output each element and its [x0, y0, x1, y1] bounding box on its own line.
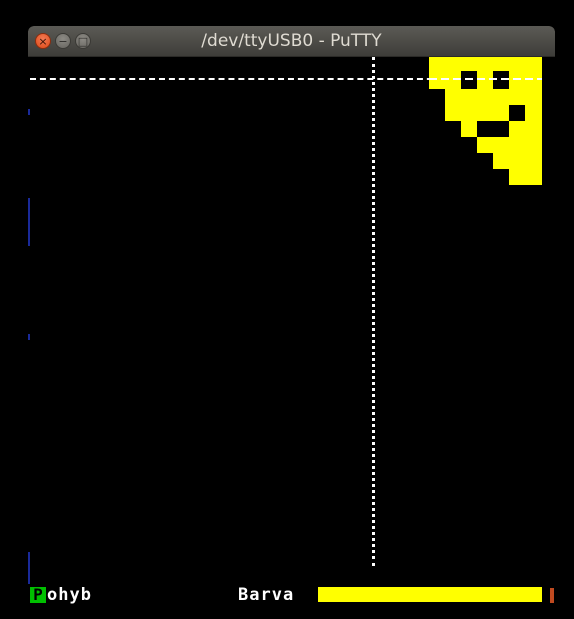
color-swatch-bar [318, 587, 542, 602]
left-edge-artifact [28, 109, 30, 115]
terminal-area[interactable]: P ohyb Barva [28, 57, 555, 619]
sprite-pixel-block [509, 169, 542, 185]
sprite-pixel-block [445, 89, 542, 121]
sprite-dash-overlay [429, 78, 437, 80]
status-bar: P ohyb Barva [28, 584, 555, 606]
putty-window: × − □ /dev/ttyUSB0 - PuTTY P ohyb Barva [28, 26, 555, 619]
sprite-dash-overlay [453, 78, 461, 80]
sprite-dash-overlay [489, 78, 497, 80]
sprite-pixel-block [477, 137, 542, 153]
vertical-dotted-line [372, 57, 375, 566]
smiley-sprite-pixels [429, 57, 542, 185]
smiley-sprite [429, 57, 542, 185]
sprite-dash-overlay [477, 78, 485, 80]
sprite-face-feature [477, 121, 509, 137]
color-label: Barva [238, 585, 295, 605]
left-edge-artifact [28, 334, 30, 340]
sprite-dash-overlay [525, 78, 533, 80]
sprite-pixel-block [429, 57, 542, 89]
sprite-dash-overlay [513, 78, 521, 80]
sprite-dash-overlay [537, 78, 542, 80]
sprite-face-feature [509, 105, 525, 121]
window-title: /dev/ttyUSB0 - PuTTY [201, 31, 382, 51]
left-edge-artifact [28, 552, 30, 584]
sprite-dash-overlay [441, 78, 449, 80]
sprite-dash-overlay [465, 78, 473, 80]
text-cursor: P [30, 587, 46, 603]
cursor-char: P [33, 585, 43, 604]
sprite-dash-overlay [501, 78, 509, 80]
mode-label: ohyb [47, 585, 92, 605]
color-marker [550, 588, 554, 603]
left-edge-artifact [28, 198, 30, 246]
sprite-pixel-block [493, 153, 542, 169]
title-bar[interactable]: × − □ /dev/ttyUSB0 - PuTTY [28, 26, 555, 57]
